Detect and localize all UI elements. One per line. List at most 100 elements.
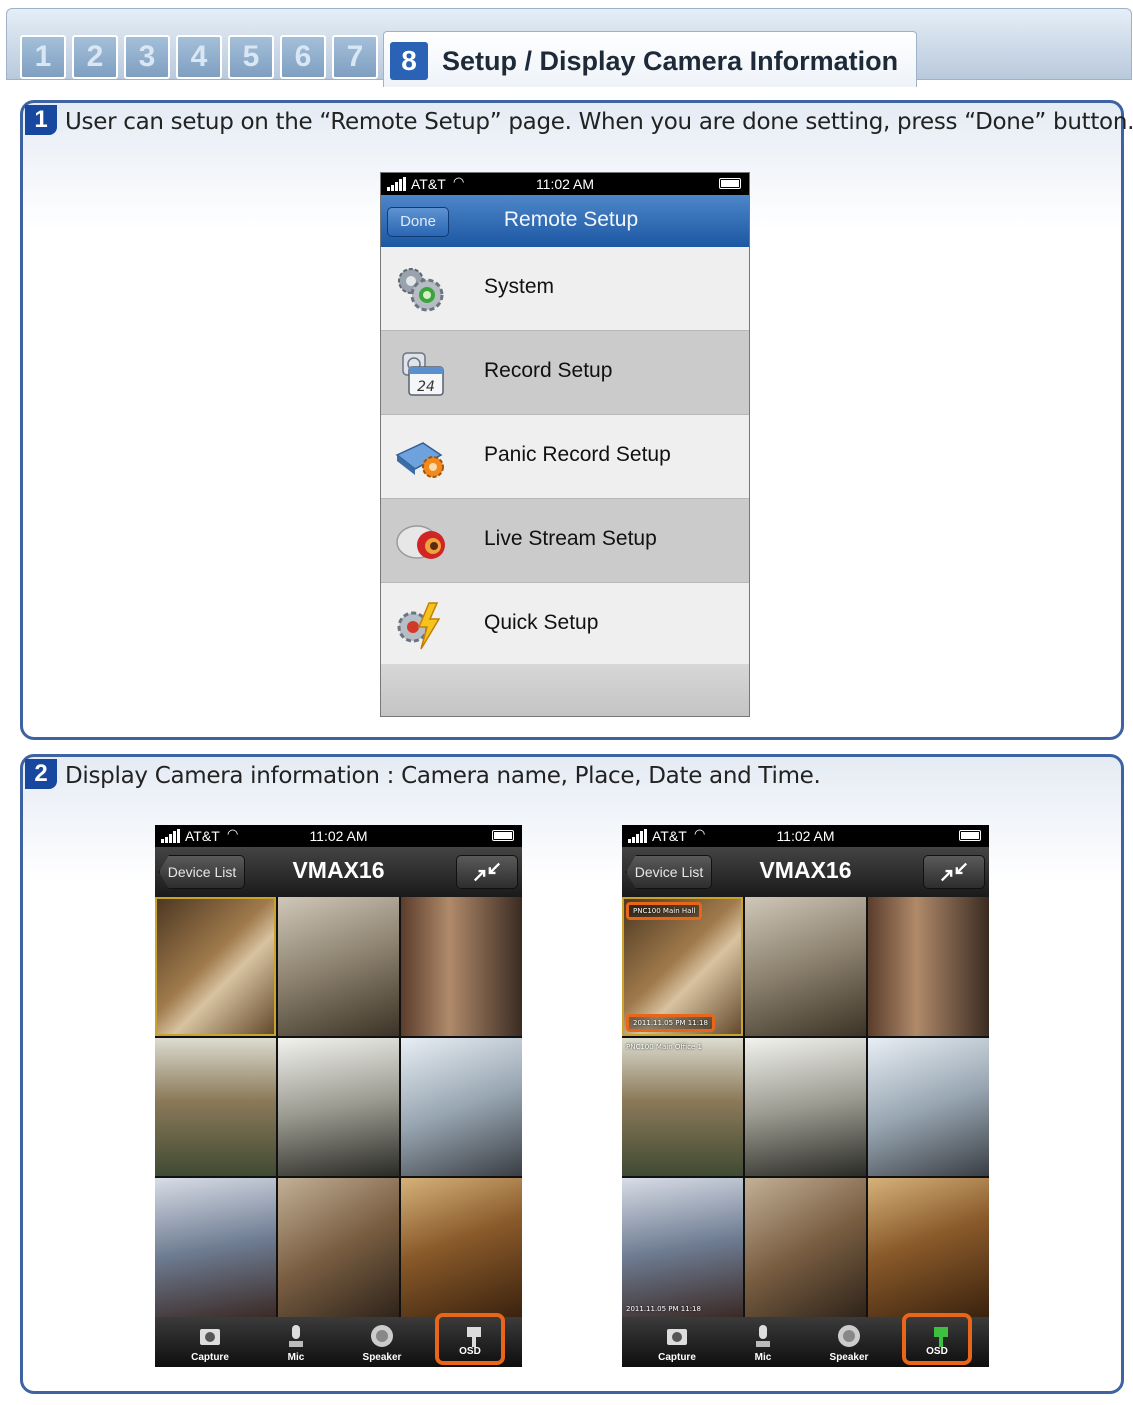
quick-setup-icon xyxy=(397,602,441,650)
camera-tile[interactable] xyxy=(155,1037,276,1177)
osd-camera-name: PNC100 Main Office 1 xyxy=(626,1042,702,1051)
step-2-badge: 2 xyxy=(25,759,57,789)
speaker-icon xyxy=(838,1325,860,1347)
menu-item-system[interactable]: System xyxy=(381,247,749,331)
menu-item-label: System xyxy=(484,275,555,298)
battery-icon xyxy=(959,830,981,841)
camera-view-phone-osd-off: AT&T ◠ 11:02 AM Device List VMAX16 Captu… xyxy=(155,825,522,1367)
tool-label: Capture xyxy=(191,1352,229,1363)
menu-item-label: Quick Setup xyxy=(484,611,599,634)
microphone-icon xyxy=(756,1325,770,1347)
osd-button-active[interactable]: OSD xyxy=(902,1313,972,1365)
panic-record-icon xyxy=(395,442,444,478)
tab-step-7[interactable]: 7 xyxy=(332,35,378,79)
step-2-instruction: Display Camera information : Camera name… xyxy=(65,763,821,789)
camera-tile[interactable] xyxy=(868,897,989,1036)
menu-item-label: Record Setup xyxy=(484,359,613,382)
gears-icon xyxy=(398,268,444,312)
status-time: 11:02 AM xyxy=(776,828,835,844)
osd-button[interactable]: OSD xyxy=(435,1313,505,1365)
camera-nav-bar: Device List VMAX16 xyxy=(155,847,522,897)
tool-label: Mic xyxy=(754,1352,772,1363)
camera-toolbar: Capture Mic Speaker OSD xyxy=(622,1313,989,1367)
status-bar: AT&T ◠ 11:02 AM xyxy=(622,825,989,847)
camera-tile[interactable] xyxy=(155,897,276,1036)
mic-button[interactable]: Mic xyxy=(728,1317,798,1367)
menu-item-quick-setup[interactable]: Quick Setup xyxy=(381,583,749,667)
camera-tile[interactable] xyxy=(745,897,866,1036)
tool-label: Mic xyxy=(287,1352,305,1363)
remote-setup-phone: AT&T ◠ 11:02 AM Done Remote Setup System… xyxy=(380,172,750,717)
tool-label: OSD xyxy=(459,1346,481,1357)
osd-camera-name: PNC100 Main Hall xyxy=(626,902,703,920)
active-step-number: 8 xyxy=(390,42,428,80)
camera-tile[interactable] xyxy=(745,1037,866,1177)
camera-tile[interactable] xyxy=(278,1037,399,1177)
microphone-icon xyxy=(289,1325,303,1347)
tab-step-1[interactable]: 1 xyxy=(20,35,66,79)
tab-step-6[interactable]: 6 xyxy=(280,35,326,79)
status-time: 11:02 AM xyxy=(309,828,368,844)
osd-date-time: 2011.11.05 PM 11:18 xyxy=(626,1305,701,1313)
speaker-button[interactable]: Speaker xyxy=(347,1317,417,1367)
tab-step-4[interactable]: 4 xyxy=(176,35,222,79)
remote-setup-nav-bar: Done Remote Setup xyxy=(381,195,749,247)
battery-icon xyxy=(492,830,514,841)
step-tab-bar: 1 2 3 4 5 6 7 8 Setup / Display Camera I… xyxy=(6,8,1132,87)
tab-step-3[interactable]: 3 xyxy=(124,35,170,79)
menu-item-label: Live Stream Setup xyxy=(484,527,657,550)
osd-date-time: 2011.11.05 PM 11:18 xyxy=(626,1013,715,1032)
tool-label: OSD xyxy=(926,1346,948,1357)
capture-button[interactable]: Capture xyxy=(642,1317,712,1367)
remote-setup-footer xyxy=(381,664,749,716)
battery-icon xyxy=(719,178,741,189)
step-1-badge: 1 xyxy=(25,105,57,135)
collapse-arrows-icon xyxy=(940,862,968,882)
step-1-instruction: User can setup on the “Remote Setup” pag… xyxy=(65,109,1133,135)
camera-nav-bar: Device List VMAX16 xyxy=(622,847,989,897)
camera-icon xyxy=(200,1329,220,1345)
speaker-icon xyxy=(371,1325,393,1347)
camera-tile[interactable]: 2011.11.05 PM 11:18 xyxy=(622,1178,743,1317)
speaker-button[interactable]: Speaker xyxy=(814,1317,884,1367)
tool-label: Speaker xyxy=(829,1352,869,1363)
page-title: Setup / Display Camera Information xyxy=(442,46,899,76)
collapse-view-button[interactable] xyxy=(923,855,985,889)
camera-toolbar: Capture Mic Speaker OSD xyxy=(155,1313,522,1367)
status-bar: AT&T ◠ 11:02 AM xyxy=(155,825,522,847)
collapse-view-button[interactable] xyxy=(456,855,518,889)
camera-icon xyxy=(667,1329,687,1345)
tab-step-8-active[interactable]: 8 Setup / Display Camera Information xyxy=(383,31,917,87)
camera-tile[interactable] xyxy=(155,1178,276,1317)
remote-setup-title: Remote Setup xyxy=(503,208,639,231)
menu-item-record-setup[interactable]: 24 Record Setup xyxy=(381,331,749,415)
status-time: 11:02 AM xyxy=(535,176,595,192)
collapse-arrows-icon xyxy=(473,862,501,882)
menu-item-panic-record-setup[interactable]: Panic Record Setup xyxy=(381,415,749,499)
menu-item-label: Panic Record Setup xyxy=(484,443,671,466)
capture-button[interactable]: Capture xyxy=(175,1317,245,1367)
mic-button[interactable]: Mic xyxy=(261,1317,331,1367)
tool-label: Speaker xyxy=(362,1352,402,1363)
live-stream-icon xyxy=(396,525,445,559)
tab-step-2[interactable]: 2 xyxy=(72,35,118,79)
tool-label: Capture xyxy=(658,1352,696,1363)
camera-tile[interactable]: PNC100 Main Office 1 xyxy=(622,1037,743,1177)
camera-tile[interactable] xyxy=(401,897,522,1036)
camera-tile[interactable] xyxy=(401,1037,522,1177)
camera-tile[interactable] xyxy=(745,1178,866,1317)
tab-step-5[interactable]: 5 xyxy=(228,35,274,79)
camera-tile[interactable] xyxy=(278,1178,399,1317)
camera-tile[interactable] xyxy=(401,1178,522,1317)
camera-view-phone-osd-on: AT&T ◠ 11:02 AM Device List VMAX16 PNC10… xyxy=(622,825,989,1367)
camera-tile[interactable] xyxy=(278,897,399,1036)
camera-tile[interactable] xyxy=(868,1037,989,1177)
camera-tile[interactable]: PNC100 Main Hall 2011.11.05 PM 11:18 xyxy=(622,897,743,1036)
camera-grid xyxy=(155,897,522,1317)
status-bar: AT&T ◠ 11:02 AM xyxy=(381,173,749,195)
menu-item-live-stream-setup[interactable]: Live Stream Setup xyxy=(381,499,749,583)
svg-text:24: 24 xyxy=(417,379,435,395)
calendar-24-icon: 24 xyxy=(402,352,444,396)
camera-tile[interactable] xyxy=(868,1178,989,1317)
camera-grid: PNC100 Main Hall 2011.11.05 PM 11:18 PNC… xyxy=(622,897,989,1317)
